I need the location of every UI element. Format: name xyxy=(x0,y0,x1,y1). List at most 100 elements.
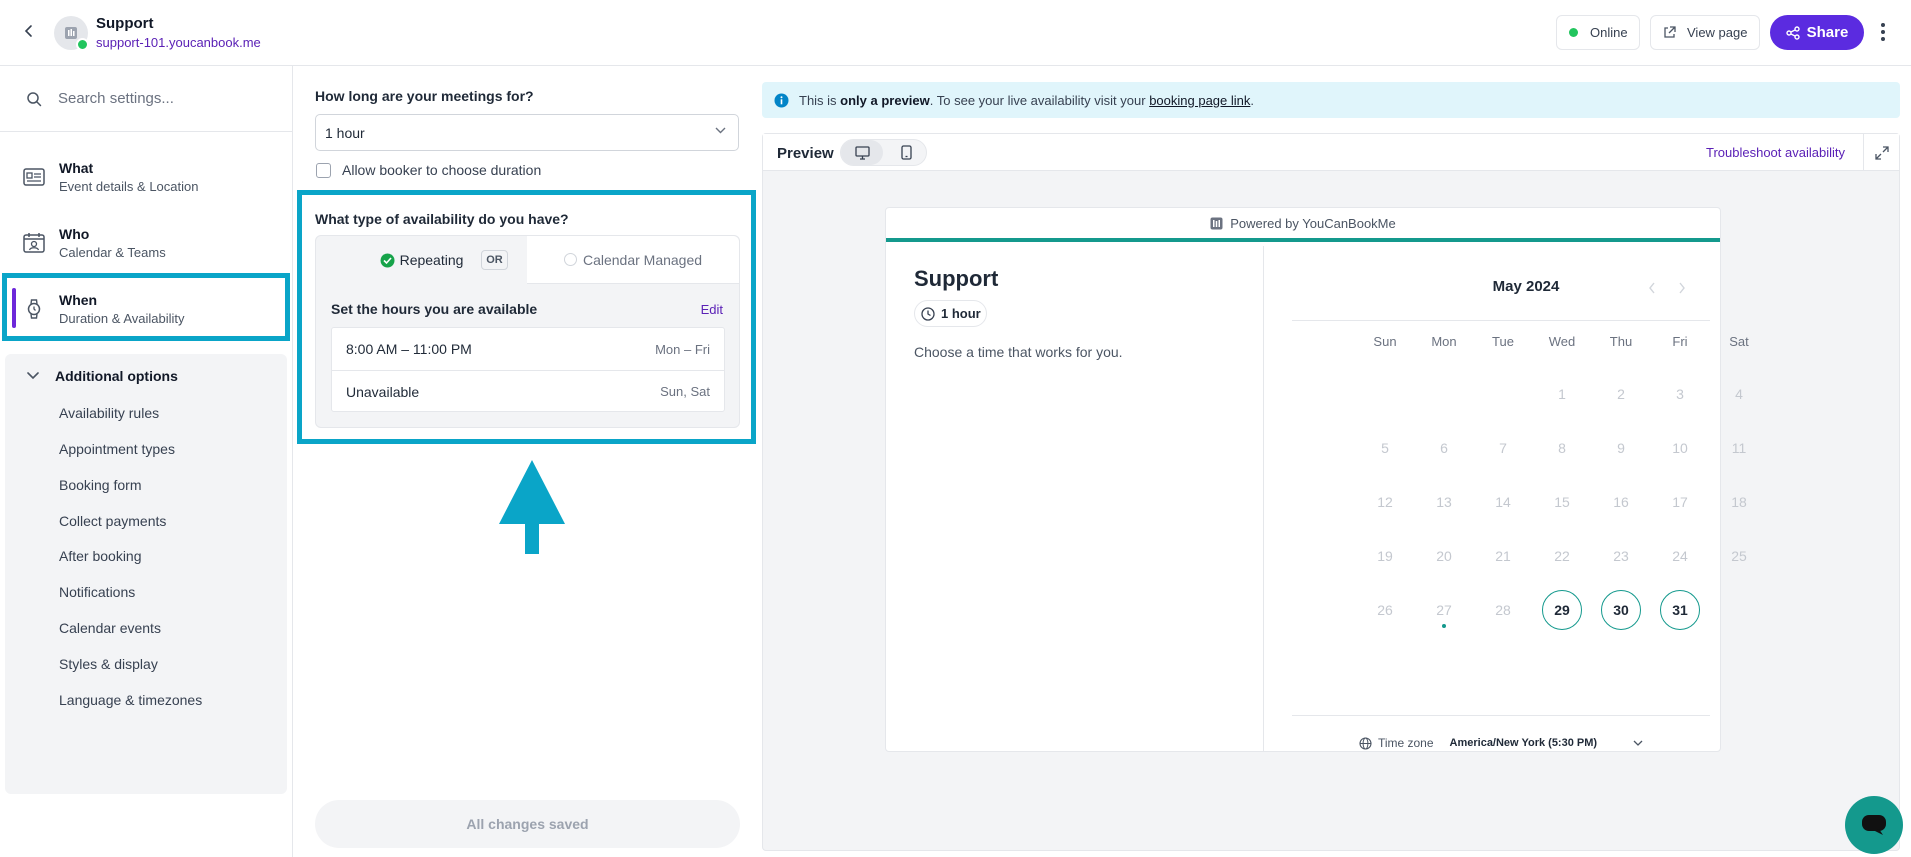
preview-toolbar: Preview Troubleshoot availability xyxy=(763,134,1899,171)
timezone-value: America/New York (5:30 PM) xyxy=(1449,737,1598,749)
id-card-icon xyxy=(23,168,45,186)
availability-type-card: Repeating Calendar Managed OR Set the ho… xyxy=(315,235,740,428)
booking-url-link[interactable]: support-101.youcanbook.me xyxy=(96,35,261,50)
calendar-day: 28 xyxy=(1495,602,1511,618)
weekday-header: Wed xyxy=(1548,334,1576,349)
info-icon xyxy=(774,93,789,107)
calendar-day: 2 xyxy=(1617,386,1625,402)
calendar-day-available[interactable]: 31 xyxy=(1660,590,1700,630)
option-calendar-label: Calendar Managed xyxy=(582,251,703,268)
sidebar-item-when[interactable]: When Duration & Availability xyxy=(0,278,292,342)
duration-badge: 1 hour xyxy=(914,300,987,327)
online-status-button[interactable]: Online xyxy=(1556,15,1640,50)
user-calendar-icon xyxy=(23,233,45,253)
calendar-day: 16 xyxy=(1613,494,1629,510)
hours-row: 8:00 AM – 11:00 PM Mon – Fri xyxy=(332,328,724,370)
booking-details: Support 1 hour Choose a time that works … xyxy=(886,246,1264,751)
booking-page-avatar xyxy=(54,16,89,51)
allow-booker-duration-checkbox[interactable]: Allow booker to choose duration xyxy=(316,162,541,178)
desktop-view-button[interactable] xyxy=(841,140,883,165)
checkbox-box[interactable] xyxy=(316,162,331,178)
next-month-button[interactable] xyxy=(1674,280,1690,296)
sidebar-link-notifications[interactable]: Notifications xyxy=(59,584,135,600)
calendar-day: 12 xyxy=(1377,494,1393,510)
troubleshoot-availability-link[interactable]: Troubleshoot availability xyxy=(1706,145,1845,160)
chevron-down-icon xyxy=(1633,740,1643,746)
calendar-day: 26 xyxy=(1377,602,1393,618)
timezone-selector[interactable]: Time zone America/New York (5:30 PM) xyxy=(1292,728,1710,758)
calendar-day: 21 xyxy=(1495,548,1511,564)
chat-support-button[interactable] xyxy=(1845,796,1903,854)
sidebar-item-who[interactable]: Who Calendar & Teams xyxy=(0,212,292,276)
online-status-dot xyxy=(76,38,89,51)
hours-days: Sun, Sat xyxy=(660,384,710,399)
sidebar-link-after-booking[interactable]: After booking xyxy=(59,548,142,564)
check-circle-icon xyxy=(380,253,395,267)
view-page-button[interactable]: View page xyxy=(1650,15,1760,50)
clock-icon xyxy=(921,306,935,321)
weekday-header: Mon xyxy=(1431,334,1457,349)
info-prefix: This is xyxy=(799,92,841,108)
calendar-day: 20 xyxy=(1436,548,1452,564)
back-button[interactable] xyxy=(18,20,40,42)
or-badge: OR xyxy=(481,250,508,270)
more-options-icon[interactable] xyxy=(1876,20,1890,44)
sidebar-link-calendar-events[interactable]: Calendar events xyxy=(59,620,161,636)
weekday-header: Sat xyxy=(1729,334,1749,349)
weekday-header: Fri xyxy=(1672,334,1688,349)
preview-info-banner: This is only a preview. To see your live… xyxy=(762,82,1900,118)
when-settings-panel: How long are your meetings for? 1 hour A… xyxy=(294,66,761,857)
sidebar-link-booking-form[interactable]: Booking form xyxy=(59,477,141,493)
calendar-divider xyxy=(1292,320,1710,321)
powered-by-text: Powered by YouCanBookMe xyxy=(1230,215,1396,231)
additional-options-panel: Additional options Availability rules Ap… xyxy=(5,354,287,794)
calendar-day: 13 xyxy=(1436,494,1452,510)
duration-badge-label: 1 hour xyxy=(941,306,981,321)
hours-time: Unavailable xyxy=(346,383,420,400)
calendar-day: 9 xyxy=(1617,440,1625,456)
search-input[interactable] xyxy=(58,90,278,107)
sidebar-link-availability-rules[interactable]: Availability rules xyxy=(59,405,159,421)
edit-hours-link[interactable]: Edit xyxy=(701,302,723,317)
calendar-day: 6 xyxy=(1440,440,1448,456)
watch-icon xyxy=(27,299,41,319)
sidebar-link-collect-payments[interactable]: Collect payments xyxy=(59,513,166,529)
availability-type-toggle: Repeating Calendar Managed OR xyxy=(316,236,739,284)
additional-options-toggle[interactable]: Additional options xyxy=(27,368,178,384)
preview-label: Preview xyxy=(777,145,834,162)
calendar-day: 19 xyxy=(1377,548,1393,564)
chevron-down-icon xyxy=(27,372,39,380)
option-calendar-managed[interactable]: Calendar Managed xyxy=(527,236,739,284)
calendar-day-available[interactable]: 30 xyxy=(1601,590,1641,630)
ycbm-logo-icon xyxy=(1210,217,1223,229)
sidebar-link-styles-display[interactable]: Styles & display xyxy=(59,656,158,672)
sidebar-link-appointment-types[interactable]: Appointment types xyxy=(59,441,175,457)
calendar-day: 11 xyxy=(1731,440,1747,456)
calendar-divider xyxy=(1292,715,1710,716)
info-suffix: . xyxy=(1250,92,1255,108)
sidebar-link-language-timezones[interactable]: Language & timezones xyxy=(59,692,202,708)
duration-select[interactable]: 1 hour xyxy=(315,114,739,151)
calendar-day-available[interactable]: 29 xyxy=(1542,590,1582,630)
share-label: Share xyxy=(1806,24,1849,41)
settings-search xyxy=(0,66,292,132)
sidebar-item-what[interactable]: What Event details & Location xyxy=(0,146,292,210)
mobile-icon xyxy=(900,145,912,160)
booking-page-link[interactable]: booking page link xyxy=(1149,93,1250,108)
expand-preview-button[interactable] xyxy=(1863,134,1899,171)
info-text: This is only a preview. To see your live… xyxy=(799,93,1254,108)
hours-row: Unavailable Sun, Sat xyxy=(332,370,724,412)
preview-panel: Preview Troubleshoot availability Powere… xyxy=(762,133,1900,851)
info-middle: . To see your live availability visit yo… xyxy=(929,92,1150,108)
mobile-view-button[interactable] xyxy=(885,140,927,165)
prev-month-button[interactable] xyxy=(1644,280,1660,296)
booking-page-preview: Powered by YouCanBookMe Support 1 hour C… xyxy=(885,207,1749,752)
calendar-day: 24 xyxy=(1672,548,1688,564)
device-toggle xyxy=(840,139,927,166)
top-header: Support support-101.youcanbook.me Online… xyxy=(0,0,1911,66)
powered-by-bar: Powered by YouCanBookMe xyxy=(886,208,1720,242)
chevron-left-icon xyxy=(24,25,32,37)
share-button[interactable]: Share xyxy=(1770,15,1864,50)
timezone-label: Time zone xyxy=(1377,736,1434,750)
allow-booker-label: Allow booker to choose duration xyxy=(342,162,542,178)
